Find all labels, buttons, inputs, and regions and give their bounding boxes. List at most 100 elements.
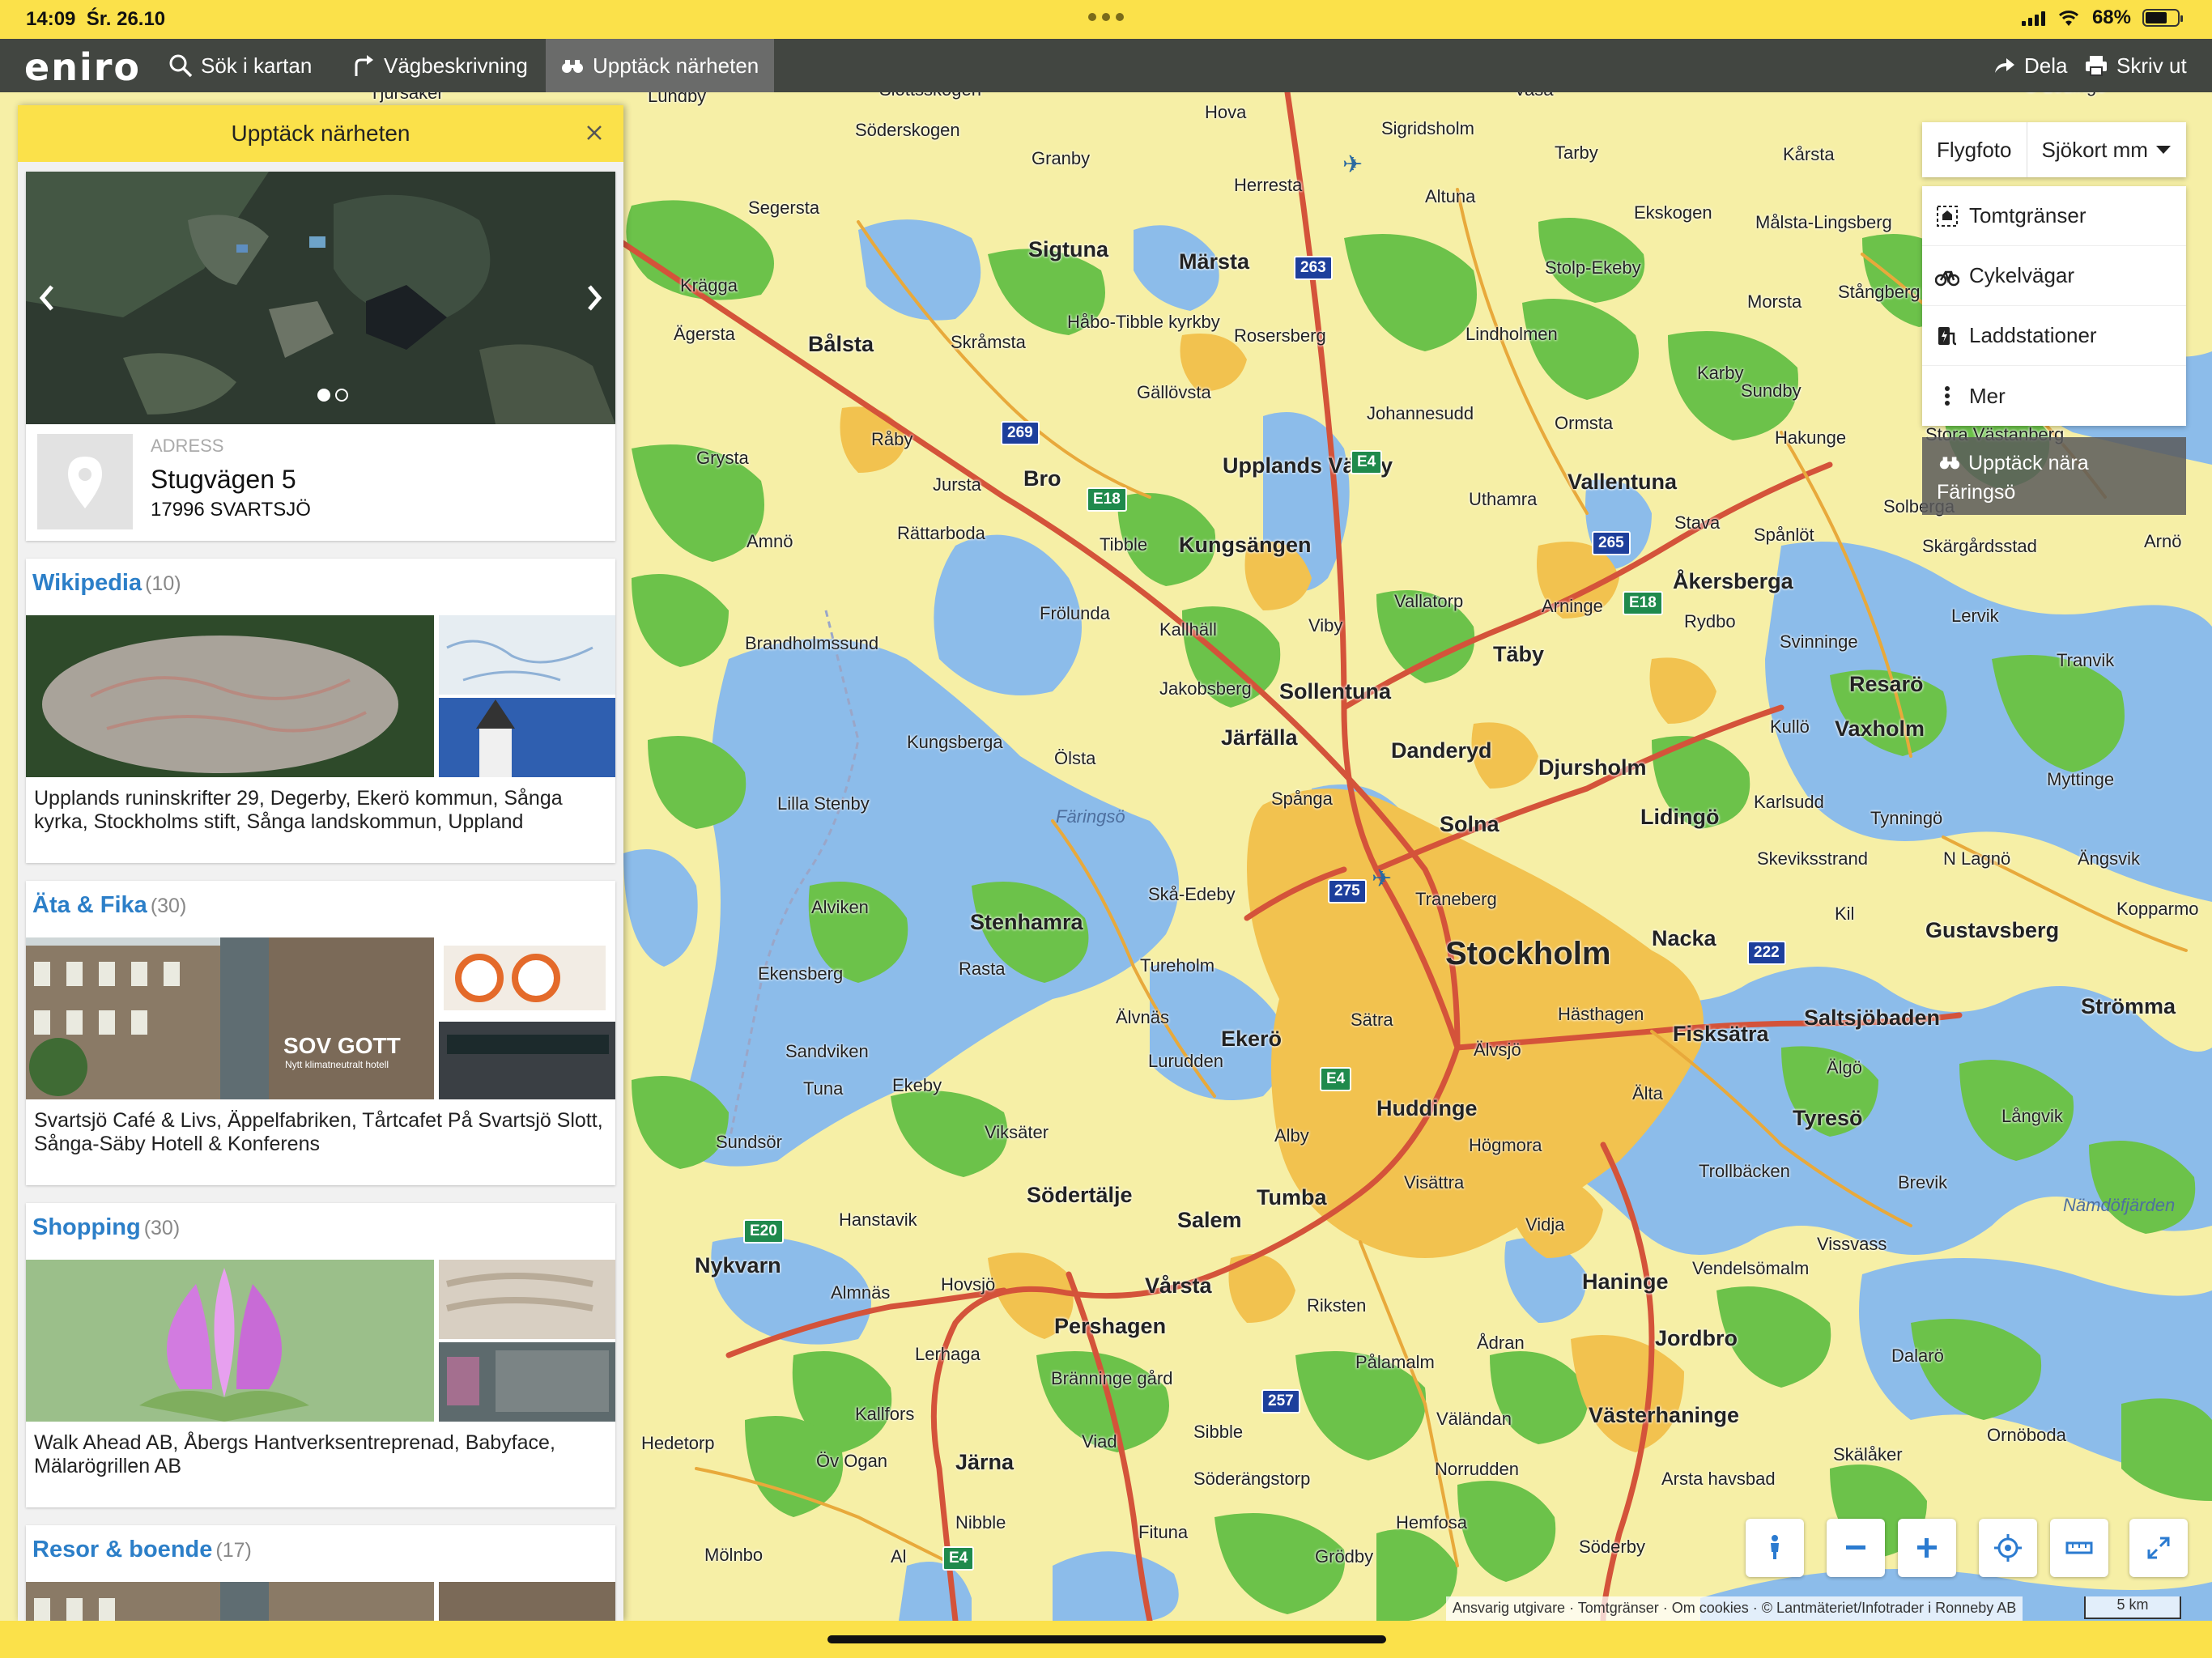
place-label[interactable]: Ådran <box>1477 1333 1525 1354</box>
discover-near-button[interactable]: Upptäck nära Färingsö <box>1922 437 2186 515</box>
place-label[interactable]: Rosersberg <box>1234 325 1326 346</box>
place-label[interactable]: Västerhaninge <box>1589 1403 1739 1428</box>
place-label[interactable]: Sandviken <box>785 1041 869 1062</box>
place-label[interactable]: Fituna <box>1138 1522 1188 1543</box>
place-label[interactable]: Lervik <box>1951 606 1999 627</box>
place-label[interactable]: Bro <box>1023 466 1061 491</box>
place-label[interactable]: Vallentuna <box>1568 470 1677 495</box>
place-label[interactable]: Kullö <box>1770 716 1810 738</box>
place-label[interactable]: Visättra <box>1404 1172 1464 1193</box>
share-button[interactable]: Dela <box>1977 39 2082 92</box>
eniro-logo[interactable]: eniro <box>24 45 141 89</box>
place-label[interactable]: Kallfors <box>855 1404 914 1425</box>
place-label[interactable]: Huddinge <box>1376 1096 1477 1121</box>
place-label[interactable]: Lurudden <box>1148 1051 1223 1072</box>
place-label[interactable]: Strömma <box>2081 994 2176 1019</box>
place-label[interactable]: Vårsta <box>1145 1273 1212 1299</box>
place-label[interactable]: Altuna <box>1425 186 1475 207</box>
place-label[interactable]: Nykvarn <box>695 1253 781 1278</box>
place-label[interactable]: Skeviksstrand <box>1757 848 1868 869</box>
place-label[interactable]: Brandholmssund <box>745 633 878 654</box>
place-label[interactable]: Lidingö <box>1640 805 1719 830</box>
section-travel[interactable]: Resor & boende (17) <box>26 1525 615 1621</box>
section-wikipedia[interactable]: Wikipedia (10) Upplands runinskrifter 29,… <box>26 559 615 863</box>
place-label[interactable]: Älgö <box>1827 1057 1862 1078</box>
place-label[interactable]: Kallhäll <box>1159 619 1217 640</box>
place-label[interactable]: Kårsta <box>1783 144 1835 165</box>
place-label[interactable]: Hästhagen <box>1558 1004 1644 1025</box>
place-label[interactable]: Riksten <box>1307 1295 1366 1316</box>
place-label[interactable]: Pålamalm <box>1355 1352 1435 1373</box>
place-label[interactable]: Tyresö <box>1793 1106 1863 1131</box>
discover-nearby-tab[interactable]: Upptäck närheten <box>546 39 774 92</box>
nautical-chart-dropdown[interactable]: Sjökort mm <box>2026 122 2185 177</box>
measure-button[interactable] <box>2050 1519 2108 1577</box>
place-label[interactable]: Mölnbo <box>704 1545 763 1566</box>
place-label[interactable]: Viad <box>1082 1431 1117 1452</box>
place-label[interactable]: Uthamra <box>1469 489 1537 510</box>
place-label[interactable]: Nibble <box>955 1512 1006 1533</box>
home-indicator[interactable] <box>827 1635 1386 1643</box>
chevron-right-icon[interactable] <box>578 275 610 321</box>
place-label[interactable]: Stava <box>1674 512 1720 534</box>
place-label[interactable]: Al <box>891 1546 907 1567</box>
place-label[interactable]: Haninge <box>1582 1269 1669 1295</box>
place-label[interactable]: Märsta <box>1179 249 1249 274</box>
map-attribution[interactable]: Ansvarig utgivare · Tomtgränser · Om coo… <box>1446 1596 2023 1621</box>
place-label[interactable]: Lilla Stenby <box>777 793 870 814</box>
place-label[interactable]: Jordbro <box>1655 1326 1738 1351</box>
place-label[interactable]: Segersta <box>748 198 819 219</box>
place-label[interactable]: Sätra <box>1351 1010 1393 1031</box>
layer-property-boundaries[interactable]: Tomtgränser <box>1922 186 2186 246</box>
place-label[interactable]: Johannesudd <box>1367 403 1474 424</box>
place-label[interactable]: Salem <box>1177 1208 1242 1233</box>
place-label[interactable]: Krägga <box>680 275 738 296</box>
chevron-left-icon[interactable] <box>31 275 63 321</box>
place-label[interactable]: Karlsudd <box>1754 792 1824 813</box>
place-label[interactable]: Håbo-Tibble kyrkby <box>1067 312 1220 333</box>
place-label[interactable]: Lerhaga <box>915 1344 981 1365</box>
place-label[interactable]: Åkersberga <box>1673 569 1793 594</box>
place-label[interactable]: Herresta <box>1234 175 1302 196</box>
place-label[interactable]: Ekeby <box>892 1075 942 1096</box>
place-label[interactable]: Skå-Edeby <box>1148 884 1236 905</box>
place-label[interactable]: Tynningö <box>1870 808 1942 829</box>
place-label[interactable]: Gällövsta <box>1137 382 1211 403</box>
place-label[interactable]: Hova <box>1205 102 1246 123</box>
place-label[interactable]: Stockholm <box>1445 936 1610 972</box>
my-location-button[interactable] <box>1979 1519 2037 1577</box>
place-label[interactable]: Karby <box>1697 363 1743 384</box>
place-label[interactable]: Stolp-Ekeby <box>1545 257 1641 278</box>
place-label[interactable]: Skråmsta <box>951 332 1026 353</box>
place-label[interactable]: Morsta <box>1747 291 1802 312</box>
place-label[interactable]: Solna <box>1440 812 1499 837</box>
place-label[interactable]: Kungsängen <box>1179 533 1312 558</box>
place-label[interactable]: Sundsör <box>716 1132 782 1153</box>
place-label[interactable]: Älta <box>1632 1083 1663 1104</box>
place-label[interactable]: Rydbo <box>1684 611 1736 632</box>
place-label[interactable]: Långvik <box>2001 1106 2063 1127</box>
place-label[interactable]: Djursholm <box>1538 755 1647 780</box>
place-label[interactable]: Sigridsholm <box>1381 118 1474 139</box>
place-label[interactable]: Trollbäcken <box>1699 1161 1790 1182</box>
place-label[interactable]: Söderängstorp <box>1193 1469 1310 1490</box>
layer-more[interactable]: Mer <box>1922 366 2186 426</box>
place-label[interactable]: Arsta havsbad <box>1661 1469 1776 1490</box>
place-label[interactable]: Almnäs <box>831 1282 890 1303</box>
place-label[interactable]: Sigtuna <box>1028 237 1108 262</box>
place-label[interactable]: Hemfosa <box>1396 1512 1467 1533</box>
place-label[interactable]: Alby <box>1274 1125 1309 1146</box>
place-label[interactable]: Fisksätra <box>1673 1022 1769 1047</box>
place-label[interactable]: Spånga <box>1271 789 1333 810</box>
place-label[interactable]: Amnö <box>747 531 793 552</box>
place-label[interactable]: Sibble <box>1193 1422 1243 1443</box>
place-label[interactable]: Högmora <box>1469 1135 1542 1156</box>
street-view-button[interactable] <box>1746 1519 1804 1577</box>
directions-button[interactable]: Vägbeskrivning <box>337 39 542 92</box>
place-label[interactable]: Grysta <box>696 448 749 469</box>
place-label[interactable]: Vaxholm <box>1835 716 1925 742</box>
place-label[interactable]: Rasta <box>959 959 1005 980</box>
place-label[interactable]: Tarby <box>1555 142 1598 164</box>
place-label[interactable]: Dalarö <box>1891 1346 1944 1367</box>
place-label[interactable]: Ornöboda <box>1987 1425 2066 1446</box>
